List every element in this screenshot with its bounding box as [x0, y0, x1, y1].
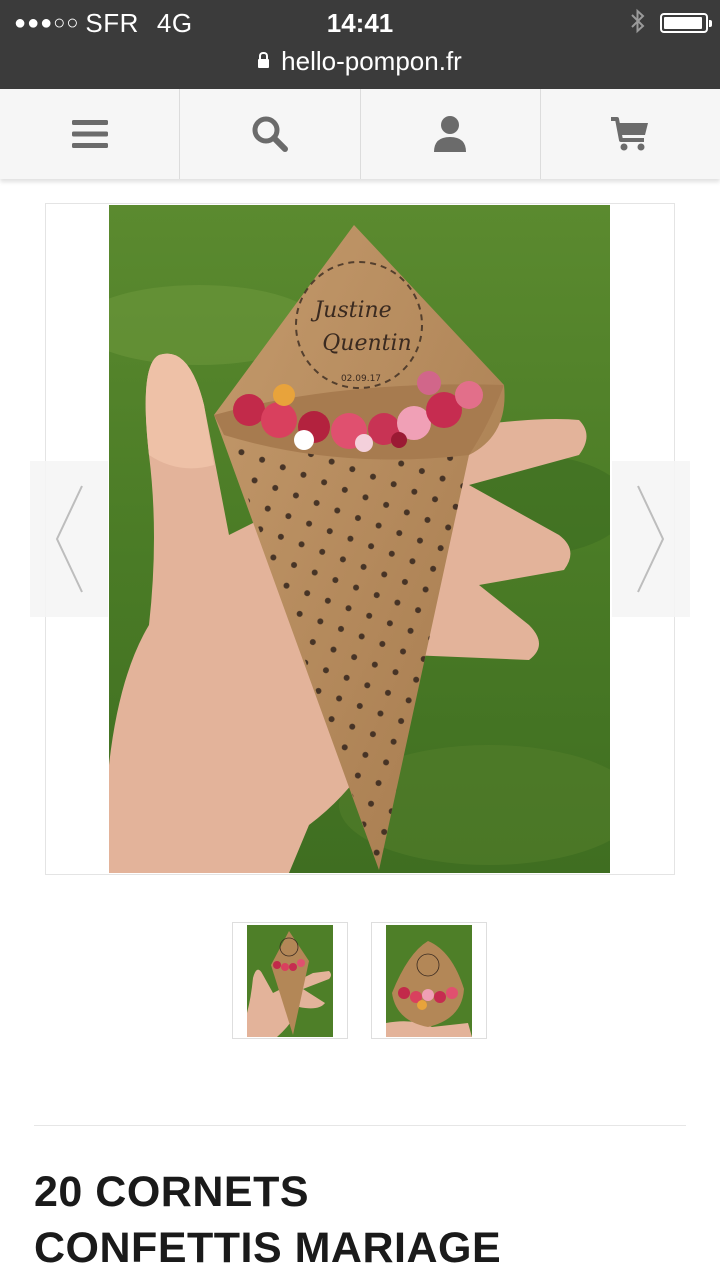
cone-label-name-2: Quentin	[322, 331, 411, 356]
menu-icon	[71, 120, 108, 148]
address-bar[interactable]: hello-pompon.fr	[0, 46, 720, 77]
cart-button[interactable]	[541, 89, 720, 179]
product-main-image[interactable]: Justine Quentin 02.09.17	[109, 205, 610, 873]
chevron-left-icon	[55, 485, 83, 593]
url-text: hello-pompon.fr	[281, 46, 462, 76]
cone-label-date: 02.09.17	[341, 374, 381, 384]
lock-icon	[258, 52, 270, 68]
cone-label-name-1: Justine	[310, 298, 391, 323]
search-button[interactable]	[180, 89, 361, 179]
previous-image-button[interactable]	[30, 461, 108, 617]
next-image-button[interactable]	[612, 461, 690, 617]
cart-icon	[611, 117, 649, 151]
battery-icon	[660, 13, 712, 33]
chevron-right-icon	[637, 485, 665, 593]
section-divider	[34, 1125, 686, 1126]
user-icon	[434, 116, 467, 152]
thumbnail-strip	[0, 922, 720, 1039]
thumbnail-2[interactable]	[371, 922, 487, 1039]
thumbnail-1[interactable]	[232, 922, 348, 1039]
status-icons	[630, 8, 712, 38]
product-title: 20 CORNETS CONFETTIS MARIAGE	[34, 1168, 502, 1272]
bluetooth-icon	[630, 8, 646, 38]
menu-button[interactable]	[0, 89, 181, 179]
account-button[interactable]	[361, 89, 541, 179]
search-icon	[252, 116, 288, 152]
nav-bar	[0, 89, 720, 179]
status-bar: ●●●○○ SFR 4G 14:41 hello-pompon.fr	[0, 0, 720, 89]
clock: 14:41	[326, 8, 394, 38]
